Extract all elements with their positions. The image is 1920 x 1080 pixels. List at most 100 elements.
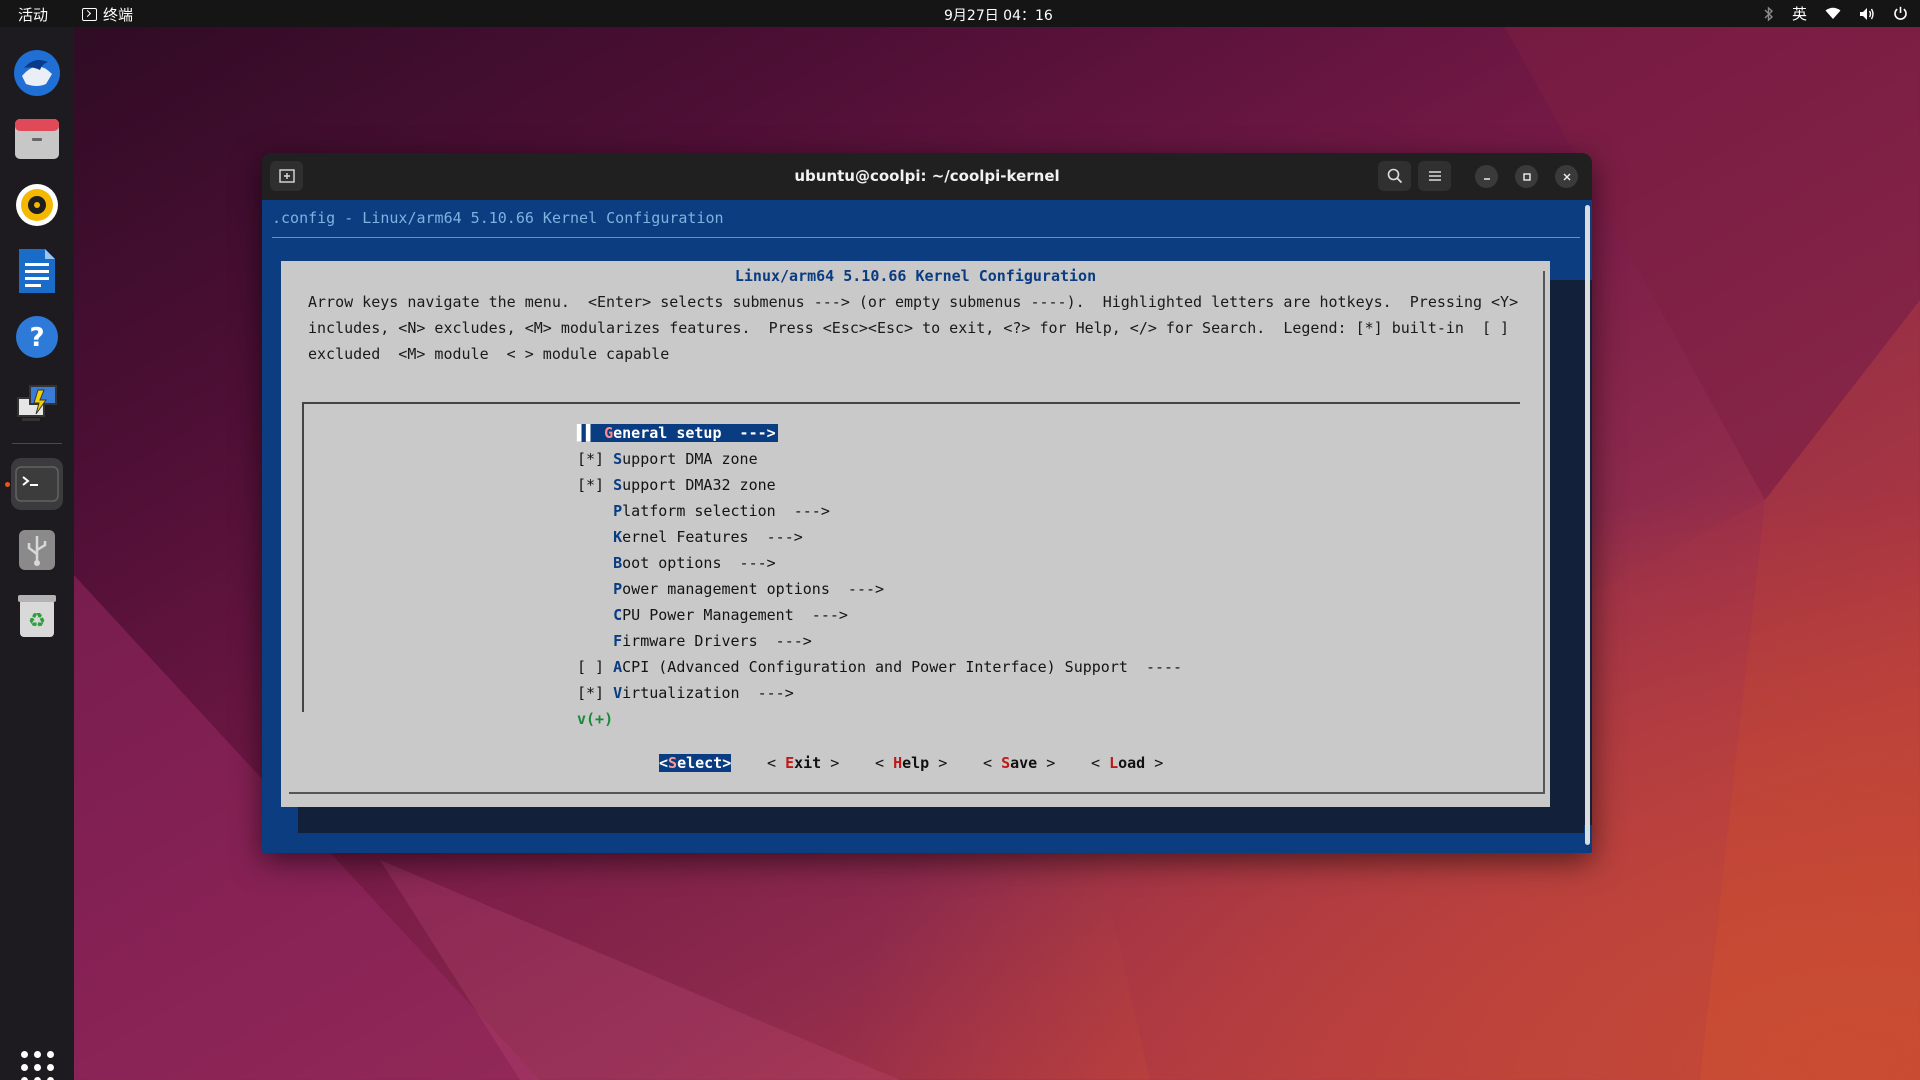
top-bar: 活动 终端 9月27日 04：16 英 [0, 0, 1920, 27]
close-button[interactable] [1555, 165, 1578, 188]
search-icon [1387, 168, 1402, 184]
button-bracket: < [659, 754, 669, 772]
terminal-small-icon [82, 8, 97, 21]
help-button[interactable]: < Help > [875, 754, 947, 772]
menu-item-hotkey: K [613, 528, 623, 546]
dock: ? ♻ [0, 27, 74, 1080]
window-titlebar[interactable]: ubuntu@coolpi: ~/coolpi-kernel [262, 153, 1592, 200]
header-divider [272, 237, 1580, 238]
save-button[interactable]: < Save > [983, 754, 1055, 772]
menu-item-checkbox: [*] [577, 684, 614, 702]
terminal-content[interactable]: .config - Linux/arm64 5.10.66 Kernel Con… [262, 200, 1592, 853]
maximize-icon [1522, 172, 1531, 181]
menu-item-kernel-features[interactable]: Kernel Features ---> [577, 528, 803, 546]
button-label: elp [902, 754, 930, 772]
dialog-right-border [1543, 271, 1545, 793]
bluetooth-icon[interactable] [1764, 5, 1774, 22]
menu-item-general-setup[interactable]: ▌▌ General setup ---> [577, 424, 778, 442]
menu-item-label: CPI (Advanced Configuration and Power In… [622, 658, 1183, 676]
help-icon[interactable]: ? [11, 311, 63, 363]
button-bracket: < [983, 754, 1002, 772]
menu-item-label: upport DMA32 zone [622, 476, 776, 494]
selection-marker: ▌▌ [577, 424, 605, 442]
button-label: oad [1118, 754, 1146, 772]
menu-item-dma32-zone[interactable]: [*] Support DMA32 zone [577, 476, 776, 494]
menu-item-checkbox: [*] [577, 476, 614, 494]
button-hotkey: S [1001, 754, 1011, 772]
volume-icon[interactable] [1859, 7, 1875, 21]
terminal-icon[interactable] [11, 458, 63, 510]
menu-item-label: oot options ---> [622, 554, 776, 572]
input-method-indicator[interactable]: 英 [1792, 3, 1807, 24]
menu-item-label: PU Power Management ---> [622, 606, 848, 624]
thunderbird-icon[interactable] [11, 47, 63, 99]
terminal-window: ubuntu@coolpi: ~/coolpi-kernel .config -… [262, 153, 1592, 853]
more-items-indicator: v(+) [577, 710, 614, 728]
rhythmbox-icon[interactable] [11, 179, 63, 231]
button-hotkey: L [1109, 754, 1119, 772]
menu-item-cpu-power-management[interactable]: CPU Power Management ---> [577, 606, 848, 624]
menu-item-platform-selection[interactable]: Platform selection ---> [577, 502, 830, 520]
search-button[interactable] [1378, 161, 1411, 191]
button-bracket: > [1145, 754, 1164, 772]
usb-icon[interactable] [11, 524, 63, 576]
running-indicator [5, 482, 10, 487]
button-bracket: > [722, 754, 732, 772]
remote-desktop-icon[interactable] [11, 377, 63, 429]
button-bracket: < [875, 754, 894, 772]
menu-item-hotkey: S [613, 450, 623, 468]
button-label: elect [677, 754, 723, 772]
menuconfig-header: .config - Linux/arm64 5.10.66 Kernel Con… [272, 209, 724, 227]
button-hotkey: E [785, 754, 795, 772]
menu-item-hotkey: F [613, 632, 623, 650]
menu-item-label: ower management options ---> [622, 580, 885, 598]
menu-item-virtualization[interactable]: [*] Virtualization ---> [577, 684, 794, 702]
menu-item-hotkey: S [613, 476, 623, 494]
dock-separator [12, 443, 62, 444]
menu-item-checkbox: [ ] [577, 658, 614, 676]
menu-item-boot-options[interactable]: Boot options ---> [577, 554, 776, 572]
menu-item-hotkey: V [613, 684, 623, 702]
activities-button[interactable]: 活动 [18, 4, 48, 25]
menu-item-power-management[interactable]: Power management options ---> [577, 580, 884, 598]
load-button[interactable]: < Load > [1091, 754, 1163, 772]
power-icon[interactable] [1893, 6, 1908, 21]
exit-button[interactable]: < Exit > [767, 754, 839, 772]
terminal-scrollbar[interactable] [1585, 205, 1590, 845]
menu-item-checkbox [577, 554, 613, 572]
menu-item-hotkey: C [613, 606, 623, 624]
system-tray[interactable]: 英 [1764, 3, 1908, 24]
menu-item-firmware-drivers[interactable]: Firmware Drivers ---> [577, 632, 812, 650]
menu-item-dma-zone[interactable]: [*] Support DMA zone [577, 450, 758, 468]
menu-item-checkbox [577, 528, 613, 546]
dialog-bottom-border [289, 792, 1545, 794]
app-menu[interactable]: 终端 [82, 4, 133, 25]
button-bracket: > [821, 754, 840, 772]
minimize-button[interactable] [1475, 165, 1498, 188]
menuconfig-dialog: Linux/arm64 5.10.66 Kernel Configuration… [281, 261, 1550, 807]
maximize-button[interactable] [1515, 165, 1538, 188]
menu-item-checkbox [577, 606, 613, 624]
button-bracket: > [929, 754, 948, 772]
menu-item-label: latform selection ---> [622, 502, 830, 520]
instruction-line: includes, <N> excludes, <M> modularizes … [308, 319, 1510, 337]
svg-text:?: ? [29, 323, 44, 353]
menu-button[interactable] [1418, 161, 1451, 191]
files-icon[interactable] [11, 113, 63, 165]
menu-item-label: ernel Features ---> [622, 528, 803, 546]
menu-item-acpi[interactable]: [ ] ACPI (Advanced Configuration and Pow… [577, 658, 1182, 676]
button-bracket: > [1037, 754, 1056, 772]
menu-item-hotkey: P [613, 580, 623, 598]
writer-icon[interactable] [11, 245, 63, 297]
dialog-bottom-shadow [298, 807, 1584, 833]
select-button[interactable]: <Select> [659, 754, 732, 772]
show-apps-button[interactable] [21, 1051, 54, 1080]
button-label: xit [794, 754, 822, 772]
menu-item-hotkey: B [613, 554, 623, 572]
trash-icon[interactable]: ♻ [11, 590, 63, 642]
menu-item-checkbox [577, 580, 613, 598]
svg-text:♻: ♻ [28, 608, 46, 632]
minimize-icon [1483, 177, 1490, 180]
clock[interactable]: 9月27日 04：16 [944, 5, 1053, 25]
wifi-icon[interactable] [1825, 7, 1841, 20]
